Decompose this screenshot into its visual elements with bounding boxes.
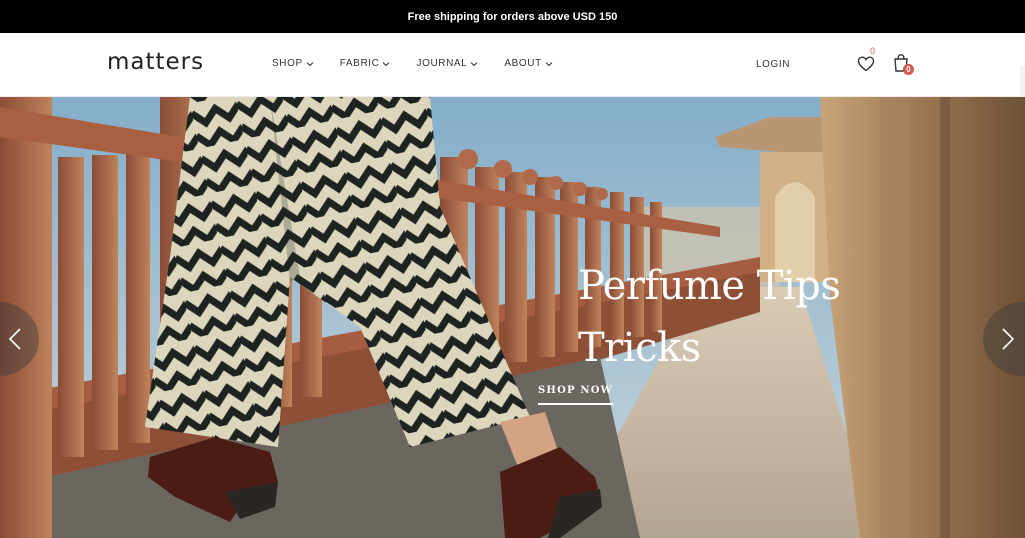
nav-item-label: ABOUT (504, 58, 542, 69)
nav-item-shop[interactable]: SHOP (272, 58, 314, 69)
chevron-down-icon (306, 61, 314, 66)
wishlist-button[interactable]: 0 (857, 46, 877, 75)
wishlist-count: 0 (870, 46, 876, 56)
main-nav: SHOP FABRIC JOURNAL ABOUT (272, 58, 579, 69)
nav-item-label: JOURNAL (416, 58, 468, 69)
login-link[interactable]: LOGIN (756, 59, 790, 70)
nav-item-journal[interactable]: JOURNAL (416, 58, 478, 69)
nav-item-label: SHOP (272, 58, 303, 69)
heart-icon (857, 56, 875, 72)
announcement-text: Free shipping for orders above USD 150 (407, 10, 618, 23)
hero-title-line1: Perfume Tips (578, 263, 841, 309)
chevron-left-icon (8, 328, 21, 350)
hero-title: Perfume Tips Tricks (578, 255, 878, 379)
nav-item-about[interactable]: ABOUT (504, 58, 553, 69)
cart-button[interactable]: 0 (892, 53, 914, 77)
hero-slider: Perfume Tips Tricks SHOP NOW (0, 97, 1025, 538)
nav-item-fabric[interactable]: FABRIC (340, 58, 391, 69)
chevron-down-icon (470, 61, 478, 66)
logo[interactable]: matters (107, 49, 204, 75)
hero-title-line2: Tricks (578, 325, 701, 371)
chevron-down-icon (383, 61, 390, 66)
nav-item-label: FABRIC (339, 58, 380, 69)
shop-now-button[interactable]: SHOP NOW (538, 385, 614, 405)
chevron-down-icon (545, 61, 553, 66)
cart-count-badge: 0 (903, 64, 914, 75)
site-header: matters SHOP FABRIC JOURNAL ABOUT LOGIN … (0, 33, 1025, 130)
chevron-right-icon (1002, 328, 1015, 350)
announcement-bar: Free shipping for orders above USD 150 (0, 0, 1025, 33)
